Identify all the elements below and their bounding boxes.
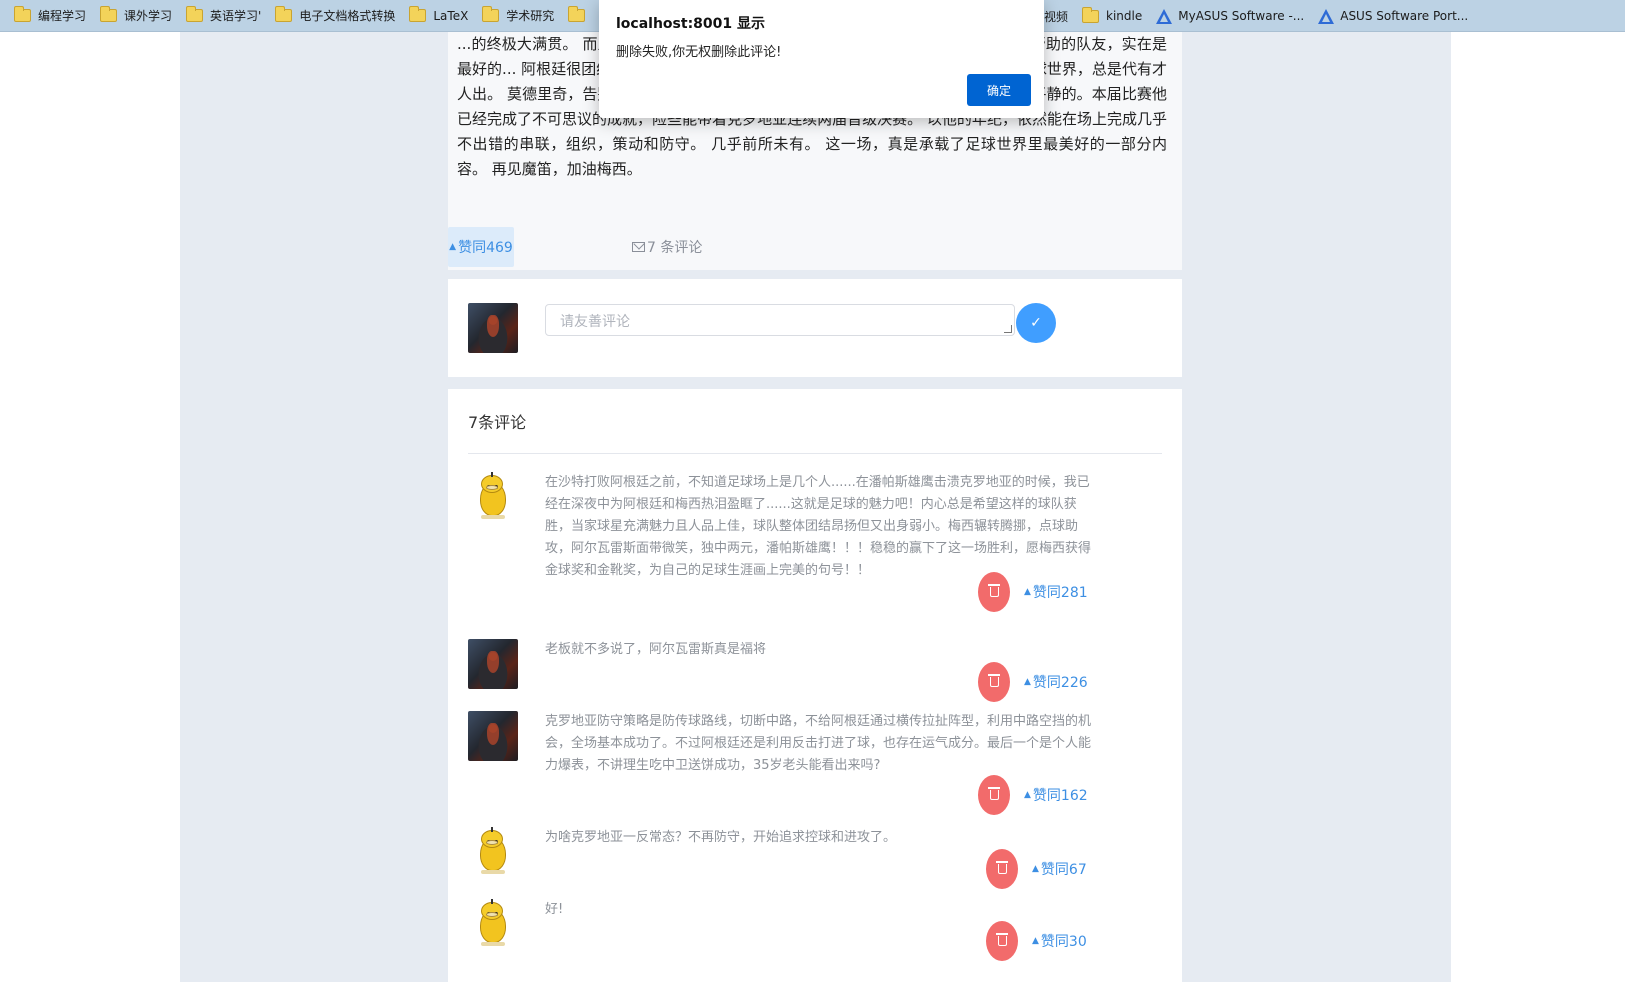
avatar <box>468 711 518 761</box>
caret-up-icon: ▲ <box>1024 790 1031 800</box>
comments-title: 7条评论 <box>468 413 527 432</box>
upvote-button[interactable]: ▲ 赞同469 <box>448 227 514 267</box>
asus-icon <box>1318 8 1335 24</box>
delete-comment-button[interactable] <box>978 572 1010 612</box>
ok-button[interactable]: 确定 <box>967 74 1031 106</box>
caret-up-icon: ▲ <box>449 242 457 252</box>
caret-up-icon: ▲ <box>1024 587 1031 597</box>
upvote-label: 赞同469 <box>458 240 513 256</box>
folder-icon <box>482 6 500 22</box>
comment-text: 克罗地亚防守策略是防传球路线，切断中路，不给阿根廷通过横传拉扯阵型，利用中路空挡… <box>545 714 1092 773</box>
comment-item: 为啥克罗地亚一反常态？不再防守，开始追求控球和进攻了。 ▲ 赞同67 <box>468 827 1162 889</box>
bookmark-folder[interactable]: 学术研究 <box>478 4 560 28</box>
folder-icon <box>14 6 31 22</box>
avatar <box>468 899 518 949</box>
comment-composer: 请友善评论 ✓ <box>448 279 1182 377</box>
comment-like-button[interactable]: ▲ 赞同30 <box>1032 931 1087 951</box>
comment-text: 老板就不多说了，阿尔瓦雷斯真是福将 <box>545 642 767 657</box>
trash-icon <box>987 787 1000 800</box>
avatar <box>468 639 518 689</box>
like-count: 赞同162 <box>1032 788 1088 804</box>
delete-comment-button[interactable] <box>978 775 1010 815</box>
resize-handle[interactable] <box>1004 325 1012 333</box>
comment-text: 好! <box>545 902 564 917</box>
bookmark-folder[interactable]: LaTeX <box>405 4 474 28</box>
check-icon: ✓ <box>1030 315 1042 331</box>
comment-input-placeholder: 请友善评论 <box>560 314 630 330</box>
bookmark-folder[interactable]: 编程学习 <box>10 4 92 28</box>
caret-up-icon: ▲ <box>1032 936 1039 946</box>
delete-comment-button[interactable] <box>986 921 1018 961</box>
folder-icon <box>100 6 118 22</box>
divider <box>468 453 1162 454</box>
folder-icon <box>275 6 293 22</box>
trash-icon <box>995 933 1008 946</box>
like-count: 赞同30 <box>1040 934 1087 950</box>
comment-item: 克罗地亚防守策略是防传球路线，切断中路，不给阿根廷通过横传拉扯阵型，利用中路空挡… <box>468 711 1162 815</box>
dialog-title: localhost:8001 显示 <box>616 16 766 32</box>
folder-icon <box>186 6 204 22</box>
message-icon <box>632 242 645 252</box>
bookmark-folder[interactable] <box>564 4 598 28</box>
comment-like-button[interactable]: ▲ 赞同281 <box>1024 582 1088 602</box>
bookmark-folder[interactable]: 课外学习 <box>96 4 178 28</box>
avatar <box>468 303 518 353</box>
comment-item: 在沙特打败阿根廷之前，不知道足球场上是几个人......在潘帕斯雄鹰击溃克罗地亚… <box>468 472 1162 612</box>
folder-icon <box>568 6 586 22</box>
bookmark-folder[interactable]: 视频 <box>1040 4 1074 28</box>
comment-item: 好! ▲ 赞同30 <box>468 899 1162 961</box>
comment-like-button[interactable]: ▲ 赞同162 <box>1024 785 1088 805</box>
avatar <box>468 827 518 877</box>
folder-icon <box>409 6 427 22</box>
bookmark-link[interactable]: MyASUS Software -... <box>1152 4 1310 28</box>
caret-up-icon: ▲ <box>1032 864 1039 874</box>
delete-comment-button[interactable] <box>986 849 1018 889</box>
bookmark-link[interactable]: ASUS Software Port... <box>1314 4 1474 28</box>
comment-text: 为啥克罗地亚一反常态？不再防守，开始追求控球和进攻了。 <box>545 830 897 845</box>
trash-icon <box>987 584 1000 597</box>
alert-dialog: localhost:8001 显示 删除失败,你无权删除此评论! 确定 <box>599 0 1044 118</box>
folder-icon <box>1082 6 1100 23</box>
comment-count-link[interactable]: 7 条评论 <box>632 237 702 257</box>
comment-count-label: 7 条评论 <box>647 240 703 256</box>
trash-icon <box>987 674 1000 687</box>
comment-like-button[interactable]: ▲ 赞同67 <box>1032 859 1087 879</box>
trash-icon <box>995 861 1008 874</box>
avatar <box>468 472 518 522</box>
bookmark-folder[interactable]: kindle <box>1078 4 1148 28</box>
like-count: 赞同281 <box>1032 585 1088 601</box>
comment-item: 老板就不多说了，阿尔瓦雷斯真是福将 ▲ 赞同226 <box>468 639 1162 702</box>
bookmark-folder[interactable]: 电子文档格式转换 <box>271 4 401 28</box>
bookmark-folder[interactable]: 英语学习' <box>182 4 267 28</box>
comment-input[interactable]: 请友善评论 <box>545 304 1015 336</box>
asus-icon <box>1156 8 1173 24</box>
caret-up-icon: ▲ <box>1024 677 1031 687</box>
submit-comment-button[interactable]: ✓ <box>1016 303 1056 343</box>
comment-like-button[interactable]: ▲ 赞同226 <box>1024 672 1088 692</box>
comments-section: 7条评论 在沙特打败阿根廷之前，不知道足球场上是几个人......在潘帕斯雄鹰击… <box>448 389 1182 982</box>
comment-text: 在沙特打败阿根廷之前，不知道足球场上是几个人......在潘帕斯雄鹰击溃克罗地亚… <box>545 475 1092 578</box>
like-count: 赞同226 <box>1032 675 1088 691</box>
like-count: 赞同67 <box>1040 862 1087 878</box>
dialog-message: 删除失败,你无权删除此评论! <box>616 45 782 60</box>
delete-comment-button[interactable] <box>978 662 1010 702</box>
